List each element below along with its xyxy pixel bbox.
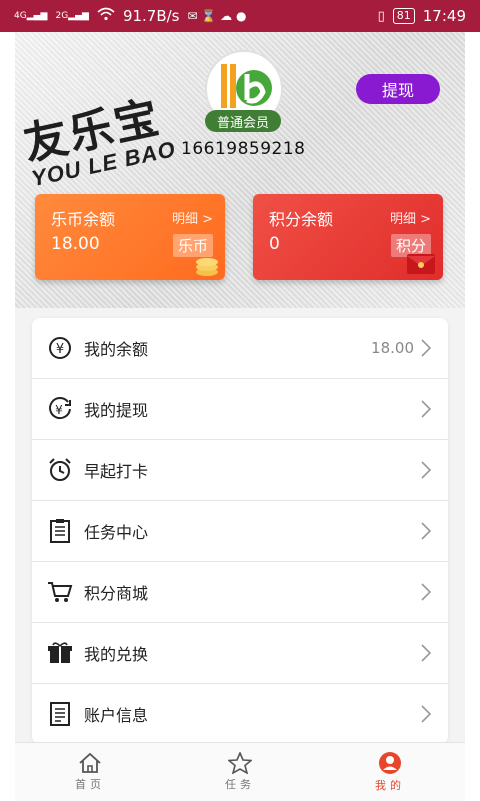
wifi-icon [97, 7, 115, 25]
svg-text:¥: ¥ [55, 403, 63, 417]
chevron-right-icon [421, 400, 432, 418]
menu-item-label: 账户信息 [84, 706, 149, 725]
lebi-detail-link[interactable]: 明细 > [172, 208, 213, 227]
gift-box-icon [46, 639, 74, 667]
signal-2g: 2G [55, 11, 69, 21]
signal-icon: 2G▂▄▆ [55, 11, 89, 21]
menu-item-exchange[interactable]: 我的兑换 [32, 623, 448, 684]
profile-header: 友乐宝 YOU LE BAO 普通会员 16619859218 提现 乐币余额 … [15, 32, 465, 308]
network-speed: 91.7B/s [122, 7, 180, 25]
tab-tasks[interactable]: 任务 [200, 752, 280, 792]
vibrate-icon: ▯ [377, 8, 385, 24]
menu-item-withdraw[interactable]: ¥ 我的提现 [32, 379, 448, 440]
document-icon [46, 700, 74, 728]
menu-item-label: 我的余额 [84, 340, 149, 359]
battery-icon: 81 [392, 8, 415, 24]
jifen-card-title: 积分余额 [269, 210, 334, 229]
chevron-right-icon [421, 339, 432, 357]
menu-item-mall[interactable]: 积分商城 [32, 562, 448, 623]
home-icon [79, 752, 101, 773]
status-bar: 4G▂▄▆ 2G▂▄▆ 91.7B/s ✉ ⌛ ☁ ● ▯ 81 17:49 [0, 0, 480, 32]
clipboard-icon [46, 517, 74, 545]
menu-item-amount: 18.00 [371, 339, 414, 357]
signal-icon: 4G▂▄▆ [14, 11, 48, 21]
menu-list: ¥ 我的余额 18.00 ¥ 我的提现 早起打卡 任务中心 积分商城 我的兑换 … [32, 318, 448, 744]
clock: 17:49 [422, 7, 466, 25]
menu-item-balance[interactable]: ¥ 我的余额 18.00 [32, 318, 448, 379]
user-icon [379, 752, 401, 774]
star-icon [228, 752, 252, 774]
lebi-card-title: 乐币余额 [51, 210, 116, 229]
menu-item-label: 积分商城 [84, 584, 149, 603]
jifen-balance-value: 0 [269, 234, 280, 254]
menu-item-checkin[interactable]: 早起打卡 [32, 440, 448, 501]
lebi-balance-card[interactable]: 乐币余额 明细 > 18.00 乐币 [35, 194, 225, 280]
withdraw-button[interactable]: 提现 [356, 74, 440, 104]
member-level-badge: 普通会员 [205, 110, 281, 132]
battery-level: 81 [396, 9, 411, 22]
shopping-cart-icon [46, 578, 74, 606]
tab-label: 我的 [375, 779, 405, 792]
menu-item-label: 我的提现 [84, 401, 149, 420]
tab-mine[interactable]: 我的 [350, 751, 430, 793]
menu-item-account-info[interactable]: 账户信息 [32, 684, 448, 744]
coins-icon [196, 258, 218, 276]
chevron-right-icon [421, 461, 432, 479]
red-envelope-icon [407, 254, 435, 274]
bottom-tab-bar: 首页 任务 我的 [15, 742, 465, 801]
menu-item-label: 早起打卡 [84, 462, 149, 481]
chevron-right-icon [421, 583, 432, 601]
lebi-balance-value: 18.00 [51, 234, 100, 254]
chevron-right-icon [421, 522, 432, 540]
svg-text:¥: ¥ [56, 342, 64, 357]
tab-home[interactable]: 首页 [50, 752, 130, 792]
tab-label: 任务 [225, 778, 255, 791]
jifen-balance-card[interactable]: 积分余额 明细 > 0 积分 [253, 194, 443, 280]
menu-item-label: 任务中心 [84, 523, 149, 542]
chevron-right-icon [421, 705, 432, 723]
tab-label: 首页 [75, 778, 105, 791]
chevron-right-icon [421, 644, 432, 662]
jifen-detail-link[interactable]: 明细 > [390, 208, 431, 227]
yuan-circle-icon: ¥ [46, 334, 74, 362]
withdraw-icon: ¥ [46, 395, 74, 423]
phone-number: 16619859218 [181, 139, 306, 159]
brand-logo: 友乐宝 YOU LE BAO [17, 79, 178, 192]
menu-item-tasks[interactable]: 任务中心 [32, 501, 448, 562]
alarm-clock-icon [46, 456, 74, 484]
notification-icons: ✉ ⌛ ☁ ● [187, 9, 247, 23]
menu-item-label: 我的兑换 [84, 645, 149, 664]
signal-4g: 4G [14, 11, 27, 21]
